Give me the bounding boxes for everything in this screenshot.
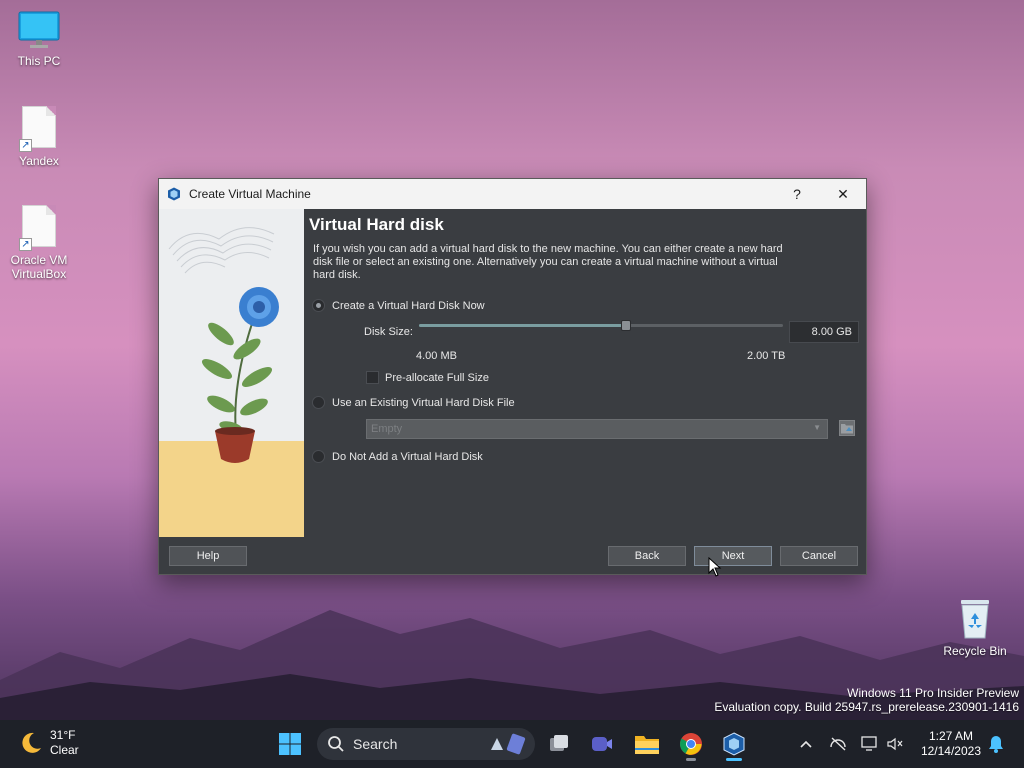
- weather-condition: Clear: [50, 743, 79, 757]
- dialog-footer: Help Back Next Cancel: [159, 537, 866, 574]
- existing-disk-combo[interactable]: Empty ▼: [366, 419, 828, 439]
- dialog-titlebar[interactable]: Create Virtual Machine ? ✕: [159, 179, 866, 209]
- radio-button[interactable]: [312, 299, 325, 312]
- chrome-running-indicator: [686, 758, 696, 761]
- page-description: If you wish you can add a virtual hard d…: [313, 243, 783, 281]
- taskbar-clock[interactable]: 1:27 AM 12/14/2023: [921, 729, 981, 759]
- desktop-icon-label: Yandex: [19, 154, 59, 168]
- folder-icon: [841, 424, 853, 434]
- meet-icon[interactable]: [586, 728, 618, 760]
- disk-size-input[interactable]: 8.00 GB: [789, 321, 859, 343]
- watermark-line-1: Windows 11 Pro Insider Preview: [847, 686, 1019, 700]
- search-highlight-icon: [491, 733, 526, 755]
- search-icon: [328, 736, 344, 752]
- desktop-icon-this-pc[interactable]: This PC: [1, 10, 77, 68]
- desktop-icon-label: Recycle Bin: [943, 644, 1007, 658]
- help-button[interactable]: Help: [169, 546, 247, 566]
- virtualbox-logo-icon: [168, 187, 180, 201]
- monitor-icon: [18, 10, 60, 50]
- slider-thumb[interactable]: [621, 320, 632, 331]
- task-view-icon[interactable]: [543, 728, 575, 760]
- chevron-down-icon: ▼: [813, 423, 821, 432]
- mouse-cursor-icon: [708, 557, 722, 577]
- slider-fill: [419, 324, 627, 327]
- cancel-button[interactable]: Cancel: [780, 546, 858, 566]
- radio-label: Do Not Add a Virtual Hard Disk: [332, 450, 483, 463]
- chrome-icon[interactable]: [675, 728, 707, 760]
- radio-create-disk[interactable]: Create a Virtual Hard Disk Now: [312, 299, 485, 312]
- desktop-icon-virtualbox[interactable]: ↗ Oracle VM VirtualBox: [1, 205, 77, 281]
- notification-bell-icon[interactable]: [987, 735, 1005, 753]
- page-title: Virtual Hard disk: [309, 215, 444, 234]
- display-icon[interactable]: [861, 735, 879, 753]
- dialog-title: Create Virtual Machine: [189, 187, 311, 201]
- create-vm-dialog: Create Virtual Machine ? ✕ Virtual Hard …: [158, 178, 867, 575]
- search-label: Search: [353, 736, 398, 752]
- start-icon[interactable]: [274, 728, 306, 760]
- radio-label: Use an Existing Virtual Hard Disk File: [332, 396, 515, 409]
- windows-watermark: Windows 11 Pro Insider Preview Evaluatio…: [714, 686, 1019, 714]
- recycle-bin-icon: [957, 598, 993, 640]
- close-icon: ✕: [837, 185, 849, 202]
- radio-label: Create a Virtual Hard Disk Now: [332, 299, 485, 312]
- radio-do-not-add[interactable]: Do Not Add a Virtual Hard Disk: [312, 450, 483, 463]
- slider-max-label: 2.00 TB: [747, 350, 786, 362]
- slider-min-label: 4.00 MB: [416, 350, 457, 362]
- weather-widget[interactable]: 31°F Clear: [18, 728, 79, 758]
- taskbar-search[interactable]: Search: [317, 728, 535, 760]
- clock-time: 1:27 AM: [928, 729, 973, 743]
- question-icon: ?: [793, 186, 801, 202]
- radio-button[interactable]: [312, 450, 325, 463]
- weather-temp: 31°F: [50, 728, 76, 742]
- next-button[interactable]: Next: [694, 546, 772, 566]
- moon-icon: [22, 732, 41, 753]
- network-off-icon[interactable]: [829, 735, 847, 753]
- wizard-page: Virtual Hard disk If you wish you can ad…: [309, 215, 858, 282]
- desktop-icon-yandex[interactable]: ↗ Yandex: [1, 106, 77, 168]
- choose-disk-file-button[interactable]: [839, 420, 855, 436]
- chevron-up-icon[interactable]: [797, 735, 815, 753]
- virtualbox-active-indicator: [726, 758, 742, 761]
- volume-muted-icon[interactable]: [886, 735, 904, 753]
- combo-value: Empty: [371, 423, 403, 435]
- radio-button[interactable]: [312, 396, 325, 409]
- back-button[interactable]: Back: [608, 546, 686, 566]
- file-shortcut-icon: ↗: [19, 106, 56, 152]
- desktop-icon-label: This PC: [17, 54, 61, 68]
- watermark-line-2: Evaluation copy. Build 25947.rs_prerelea…: [714, 700, 1019, 714]
- preallocate-label: Pre-allocate Full Size: [385, 371, 489, 384]
- clock-date: 12/14/2023: [920, 744, 981, 758]
- preallocate-checkbox[interactable]: [366, 371, 379, 384]
- file-shortcut-icon: ↗: [19, 205, 56, 251]
- desktop-icon-recycle-bin[interactable]: Recycle Bin: [937, 598, 1013, 658]
- wizard-illustration: [159, 209, 304, 537]
- virtualbox-icon[interactable]: [718, 728, 750, 760]
- disk-size-slider[interactable]: [419, 320, 783, 331]
- file-explorer-icon[interactable]: [631, 728, 663, 760]
- preallocate-checkbox-row[interactable]: Pre-allocate Full Size: [366, 371, 489, 384]
- disk-size-label: Disk Size:: [364, 326, 413, 338]
- desktop-icon-label: Oracle VM VirtualBox: [10, 253, 68, 281]
- help-title-button[interactable]: ?: [774, 179, 820, 209]
- radio-use-existing[interactable]: Use an Existing Virtual Hard Disk File: [312, 396, 515, 409]
- close-button[interactable]: ✕: [820, 179, 866, 209]
